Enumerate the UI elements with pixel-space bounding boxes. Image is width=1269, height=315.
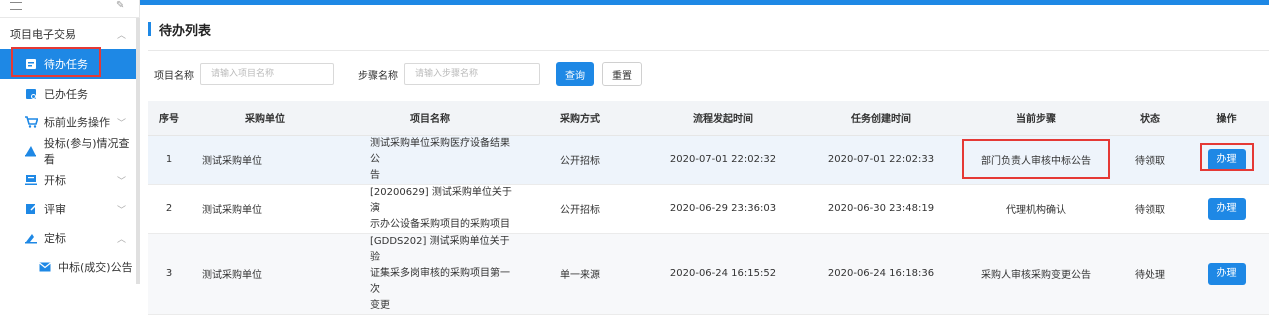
- chevron-down-icon: ﹀: [116, 118, 126, 129]
- table-row[interactable]: 1 测试采购单位 测试采购单位采购医疗设备结果公告 公开招标 2020-07-0…: [148, 135, 1269, 185]
- sidebar-scrollbar[interactable]: [136, 18, 140, 284]
- cell-created-time: 2020-06-30 23:48:19: [806, 184, 956, 234]
- chevron-down-icon: ﹀: [116, 176, 126, 187]
- project-name-line: [GDDS202] 测试采购单位关于验: [370, 235, 510, 263]
- done-task-icon: [24, 87, 38, 101]
- cell-status: 待领取: [1116, 135, 1184, 185]
- cell-operation: 办理: [1184, 135, 1269, 185]
- bid-view-icon: [24, 144, 38, 158]
- sidebar-item-label: 定标: [44, 232, 66, 245]
- sidebar-item-open-bid[interactable]: 开标 ﹀: [0, 165, 140, 195]
- cell-status: 待领取: [1116, 184, 1184, 234]
- sidebar-item-done-tasks[interactable]: 已办任务: [0, 79, 140, 109]
- cell-created-time: 2020-06-24 16:18:36: [806, 233, 956, 315]
- cell-no: 2: [148, 184, 190, 234]
- menu-icon[interactable]: [10, 2, 22, 10]
- sidebar-item-label: 投标(参与)情况查看: [43, 137, 130, 166]
- page-title-text: 待办列表: [159, 23, 212, 39]
- header-created-time: 任务创建时间: [806, 101, 956, 136]
- cell-method: 公开招标: [520, 184, 640, 234]
- cell-current-step: 采购人审核采购变更公告: [956, 233, 1116, 315]
- step-name-filter: 步骤名称: [358, 62, 540, 86]
- cell-method: 公开招标: [520, 135, 640, 185]
- sidebar-item-label: 中标(成交)公告: [58, 261, 133, 274]
- sidebar-item-label: 项目电子交易: [10, 28, 76, 41]
- sidebar-item-label: 开标: [44, 174, 66, 187]
- table-row[interactable]: 3 测试采购单位 [GDDS202] 测试采购单位关于验 证集采多岗审核的采购项目…: [148, 233, 1269, 315]
- divider: [148, 50, 1269, 51]
- cell-status: 待处理: [1116, 233, 1184, 315]
- cell-project-name: [20200629] 测试采购单位关于演示办公设备采购项目的采购项目: [340, 184, 520, 234]
- header-start-time: 流程发起时间: [640, 101, 806, 136]
- header-current-step: 当前步骤: [956, 101, 1116, 136]
- chevron-down-icon: ﹀: [116, 205, 126, 216]
- table-row[interactable]: 2 测试采购单位 [20200629] 测试采购单位关于演示办公设备采购项目的采…: [148, 184, 1269, 234]
- todo-table: 序号 采购单位 项目名称 采购方式 流程发起时间 任务创建时间 当前步骤 状态 …: [148, 101, 1269, 315]
- highlight-box: [962, 138, 1110, 179]
- project-name-line: 变更: [370, 299, 390, 311]
- header-project-name: 项目名称: [340, 101, 520, 136]
- sidebar-header: ✎: [0, 0, 140, 18]
- cell-operation: 办理: [1184, 184, 1269, 234]
- header-status: 状态: [1116, 101, 1184, 136]
- sidebar: ✎ 项目电子交易 ︿ 待办任务 已办任务 标前业务操作 ﹀ 投标(参与)情况查看: [0, 0, 140, 284]
- project-name-line: [20200629] 测试采购单位关于演: [370, 186, 512, 214]
- sidebar-item-label: 已办任务: [44, 88, 88, 101]
- award-icon: [24, 231, 38, 245]
- cell-unit: 测试采购单位: [190, 233, 340, 315]
- pin-icon[interactable]: ✎: [116, 0, 124, 11]
- cell-project-name: 测试采购单位采购医疗设备结果公告: [340, 135, 520, 185]
- open-bid-icon: [24, 173, 38, 187]
- page-title: 待办列表: [148, 19, 211, 39]
- highlight-box: [1200, 142, 1254, 171]
- header-operation: 操作: [1184, 101, 1269, 136]
- cell-created-time: 2020-07-01 22:02:33: [806, 135, 956, 185]
- sidebar-group-project-trade[interactable]: 项目电子交易 ︿: [0, 19, 140, 49]
- sidebar-item-pre-bid-ops[interactable]: 标前业务操作 ﹀: [0, 107, 140, 137]
- project-name-filter: 项目名称: [154, 62, 334, 86]
- project-name-line: 测试采购单位采购医疗设备结果公: [370, 137, 510, 165]
- header-method: 采购方式: [520, 101, 640, 136]
- project-name-label: 项目名称: [154, 70, 194, 82]
- cell-unit: 测试采购单位: [190, 184, 340, 234]
- query-button[interactable]: 查询: [556, 62, 594, 86]
- cell-unit: 测试采购单位: [190, 135, 340, 185]
- sidebar-item-label: 评审: [44, 203, 66, 216]
- sidebar-item-bid-view[interactable]: 投标(参与)情况查看: [0, 136, 140, 166]
- project-name-line: 示办公设备采购项目的采购项目: [370, 218, 510, 230]
- chevron-up-icon: ︿: [116, 30, 126, 41]
- cell-project-name: [GDDS202] 测试采购单位关于验 证集采多岗审核的采购项目第一次变更: [340, 233, 520, 315]
- cell-current-step: 部门负责人审核中标公告: [956, 135, 1116, 185]
- cell-start-time: 2020-07-01 22:02:32: [640, 135, 806, 185]
- cell-start-time: 2020-06-29 23:36:03: [640, 184, 806, 234]
- sidebar-item-label: 标前业务操作: [44, 116, 110, 129]
- cell-current-step: 代理机构确认: [956, 184, 1116, 234]
- mail-icon: [38, 260, 52, 274]
- project-name-input[interactable]: [200, 63, 334, 85]
- cell-no: 3: [148, 233, 190, 315]
- cart-icon: [24, 115, 38, 129]
- reset-button[interactable]: 重置: [602, 62, 642, 86]
- sidebar-group-award[interactable]: 定标 ︿: [0, 223, 140, 253]
- cell-method: 单一来源: [520, 233, 640, 315]
- cell-operation: 办理: [1184, 233, 1269, 315]
- handle-button[interactable]: 办理: [1207, 262, 1246, 285]
- header-no: 序号: [148, 101, 190, 136]
- main-content: 待办列表 项目名称 步骤名称 查询 重置 序号 采购单位 项目名称 采购方式 流…: [148, 5, 1269, 315]
- cell-no: 1: [148, 135, 190, 185]
- review-icon: [24, 202, 38, 216]
- sidebar-item-review[interactable]: 评审 ﹀: [0, 194, 140, 224]
- project-name-line: 告: [370, 169, 380, 181]
- highlight-box: [11, 47, 101, 77]
- step-name-input[interactable]: [404, 63, 540, 85]
- chevron-up-icon: ︿: [116, 234, 126, 245]
- header-unit: 采购单位: [190, 101, 340, 136]
- cell-start-time: 2020-06-24 16:15:52: [640, 233, 806, 315]
- handle-button[interactable]: 办理: [1207, 197, 1246, 220]
- step-name-label: 步骤名称: [358, 70, 398, 82]
- title-accent: [148, 22, 151, 36]
- project-name-line: 证集采多岗审核的采购项目第一次: [370, 267, 510, 295]
- table-header-row: 序号 采购单位 项目名称 采购方式 流程发起时间 任务创建时间 当前步骤 状态 …: [148, 101, 1269, 136]
- sidebar-item-award-announcement[interactable]: 中标(成交)公告: [0, 252, 140, 282]
